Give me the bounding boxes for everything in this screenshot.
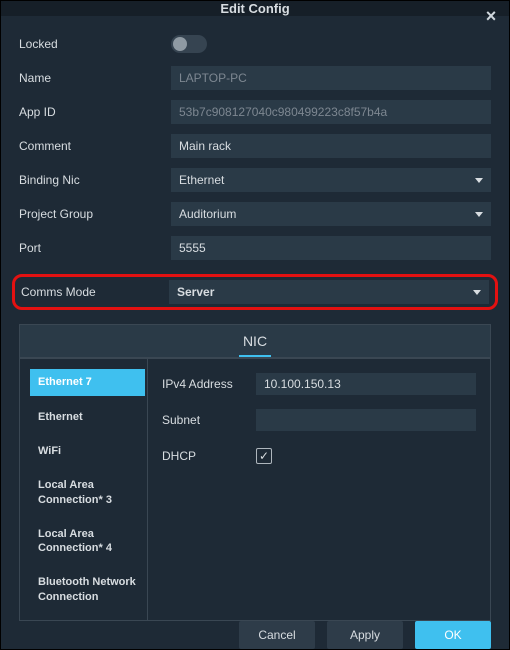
label-comment: Comment: [19, 139, 171, 153]
label-appid: App ID: [19, 105, 171, 119]
comms-mode-highlight: Comms Mode Server: [12, 274, 498, 310]
label-comms-mode: Comms Mode: [21, 285, 169, 299]
nic-body: Ethernet 7 Ethernet WiFi Local Area Connect…: [20, 359, 490, 620]
nic-list: Ethernet 7 Ethernet WiFi Local Area Connect…: [20, 359, 148, 620]
nic-item[interactable]: Ethernet: [30, 404, 145, 430]
nic-item[interactable]: Local Area Connection* 3: [30, 472, 145, 513]
edit-config-dialog: Edit Config × Locked Name App ID Comment: [0, 0, 510, 650]
nic-item[interactable]: Ethernet 7: [30, 369, 145, 395]
port-field[interactable]: [171, 236, 491, 260]
dhcp-checkbox[interactable]: [256, 448, 272, 464]
nic-panel: NIC Ethernet 7 Ethernet WiFi Local Area Con…: [19, 324, 491, 621]
row-appid: App ID: [19, 100, 491, 124]
nic-item[interactable]: WiFi: [30, 438, 145, 464]
close-icon[interactable]: ×: [481, 6, 501, 26]
comms-mode-select[interactable]: Server: [169, 280, 489, 304]
row-locked: Locked: [19, 32, 491, 56]
dialog-footer: Cancel Apply OK: [1, 621, 509, 649]
nic-row-subnet: Subnet: [162, 409, 476, 431]
label-binding-nic: Binding Nic: [19, 173, 171, 187]
ipv4-field[interactable]: [256, 373, 476, 395]
apply-button[interactable]: Apply: [327, 621, 403, 649]
label-locked: Locked: [19, 37, 171, 51]
label-project-group: Project Group: [19, 207, 171, 221]
toggle-knob: [173, 37, 187, 51]
project-group-select[interactable]: Auditorium: [171, 202, 491, 226]
name-field[interactable]: [171, 66, 491, 90]
dialog-titlebar: Edit Config ×: [1, 1, 509, 16]
appid-field[interactable]: [171, 100, 491, 124]
comment-field[interactable]: [171, 134, 491, 158]
comms-mode-value: Server: [177, 285, 214, 299]
row-name: Name: [19, 66, 491, 90]
project-group-value: Auditorium: [179, 207, 236, 221]
row-port: Port: [19, 236, 491, 260]
row-comment: Comment: [19, 134, 491, 158]
nic-row-dhcp: DHCP: [162, 445, 476, 467]
form-rows: Locked Name App ID Comment Binding Nic E…: [19, 32, 491, 310]
chevron-down-icon: [475, 212, 483, 217]
label-dhcp: DHCP: [162, 449, 256, 463]
ok-button[interactable]: OK: [415, 621, 491, 649]
nic-header-label: NIC: [239, 333, 271, 357]
nic-item[interactable]: Bluetooth Network Connection: [30, 569, 145, 610]
binding-nic-value: Ethernet: [179, 173, 224, 187]
nic-detail: IPv4 Address Subnet DHCP: [148, 359, 490, 620]
nic-header: NIC: [20, 325, 490, 359]
label-ipv4: IPv4 Address: [162, 377, 256, 391]
cancel-button[interactable]: Cancel: [239, 621, 315, 649]
label-name: Name: [19, 71, 171, 85]
nic-item[interactable]: Local Area Connection* 4: [30, 521, 145, 562]
row-binding-nic: Binding Nic Ethernet: [19, 168, 491, 192]
nic-row-ipv4: IPv4 Address: [162, 373, 476, 395]
dialog-title: Edit Config: [220, 1, 289, 16]
label-port: Port: [19, 241, 171, 255]
dialog-body: Locked Name App ID Comment Binding Nic E…: [1, 16, 509, 621]
chevron-down-icon: [475, 178, 483, 183]
locked-toggle[interactable]: [171, 35, 207, 53]
binding-nic-select[interactable]: Ethernet: [171, 168, 491, 192]
row-project-group: Project Group Auditorium: [19, 202, 491, 226]
subnet-field[interactable]: [256, 409, 476, 431]
label-subnet: Subnet: [162, 413, 256, 427]
chevron-down-icon: [473, 290, 481, 295]
